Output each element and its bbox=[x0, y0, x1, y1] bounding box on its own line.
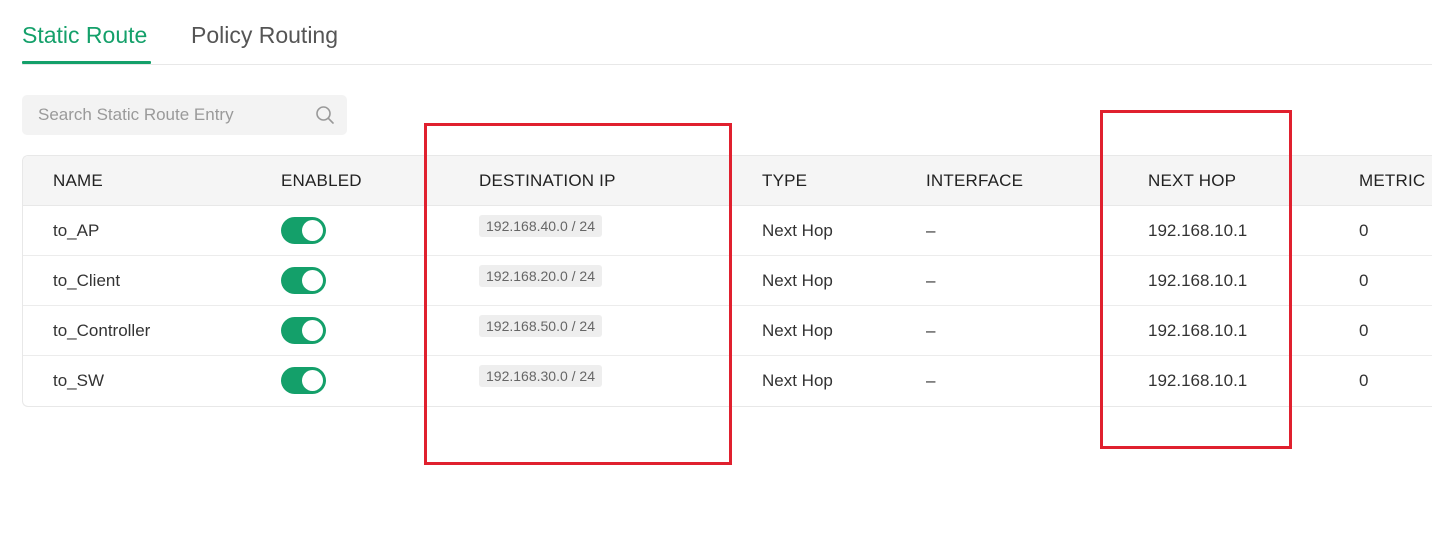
destination-ip-highlight-box bbox=[424, 123, 732, 465]
tab-policy-routing[interactable]: Policy Routing bbox=[191, 21, 338, 49]
search-box bbox=[22, 95, 347, 135]
route-type: Next Hop bbox=[762, 321, 833, 340]
enabled-toggle[interactable] bbox=[281, 217, 326, 244]
route-interface: – bbox=[926, 371, 936, 390]
route-type: Next Hop bbox=[762, 221, 833, 240]
static-route-page: Static Route Policy Routing NAME ENABLED… bbox=[0, 0, 1432, 536]
toggle-knob bbox=[302, 370, 323, 391]
route-metric: 0 bbox=[1359, 371, 1369, 390]
search-input[interactable] bbox=[22, 95, 302, 135]
enabled-toggle[interactable] bbox=[281, 317, 326, 344]
toggle-knob bbox=[302, 320, 323, 341]
column-header-name[interactable]: NAME bbox=[53, 171, 103, 191]
column-header-enabled[interactable]: ENABLED bbox=[281, 171, 362, 191]
route-name: to_AP bbox=[53, 221, 100, 240]
column-header-type[interactable]: TYPE bbox=[762, 171, 807, 191]
active-tab-underline bbox=[22, 61, 151, 64]
toggle-knob bbox=[302, 220, 323, 241]
route-name: to_Client bbox=[53, 271, 121, 290]
route-interface: – bbox=[926, 271, 936, 290]
route-metric: 0 bbox=[1359, 271, 1369, 290]
next-hop-highlight-box bbox=[1100, 110, 1292, 449]
column-header-metric[interactable]: METRIC bbox=[1359, 171, 1425, 191]
tab-bar: Static Route Policy Routing bbox=[22, 0, 1432, 65]
route-name: to_SW bbox=[53, 371, 105, 390]
tab-static-route[interactable]: Static Route bbox=[22, 21, 147, 49]
enabled-toggle[interactable] bbox=[281, 267, 326, 294]
route-interface: – bbox=[926, 321, 936, 340]
route-type: Next Hop bbox=[762, 371, 833, 390]
column-header-interface[interactable]: INTERFACE bbox=[926, 171, 1023, 191]
route-metric: 0 bbox=[1359, 221, 1369, 240]
search-icon[interactable] bbox=[315, 105, 335, 125]
enabled-toggle[interactable] bbox=[281, 367, 326, 394]
route-name: to_Controller bbox=[53, 321, 151, 340]
route-type: Next Hop bbox=[762, 271, 833, 290]
route-interface: – bbox=[926, 221, 936, 240]
toggle-knob bbox=[302, 270, 323, 291]
route-metric: 0 bbox=[1359, 321, 1369, 340]
